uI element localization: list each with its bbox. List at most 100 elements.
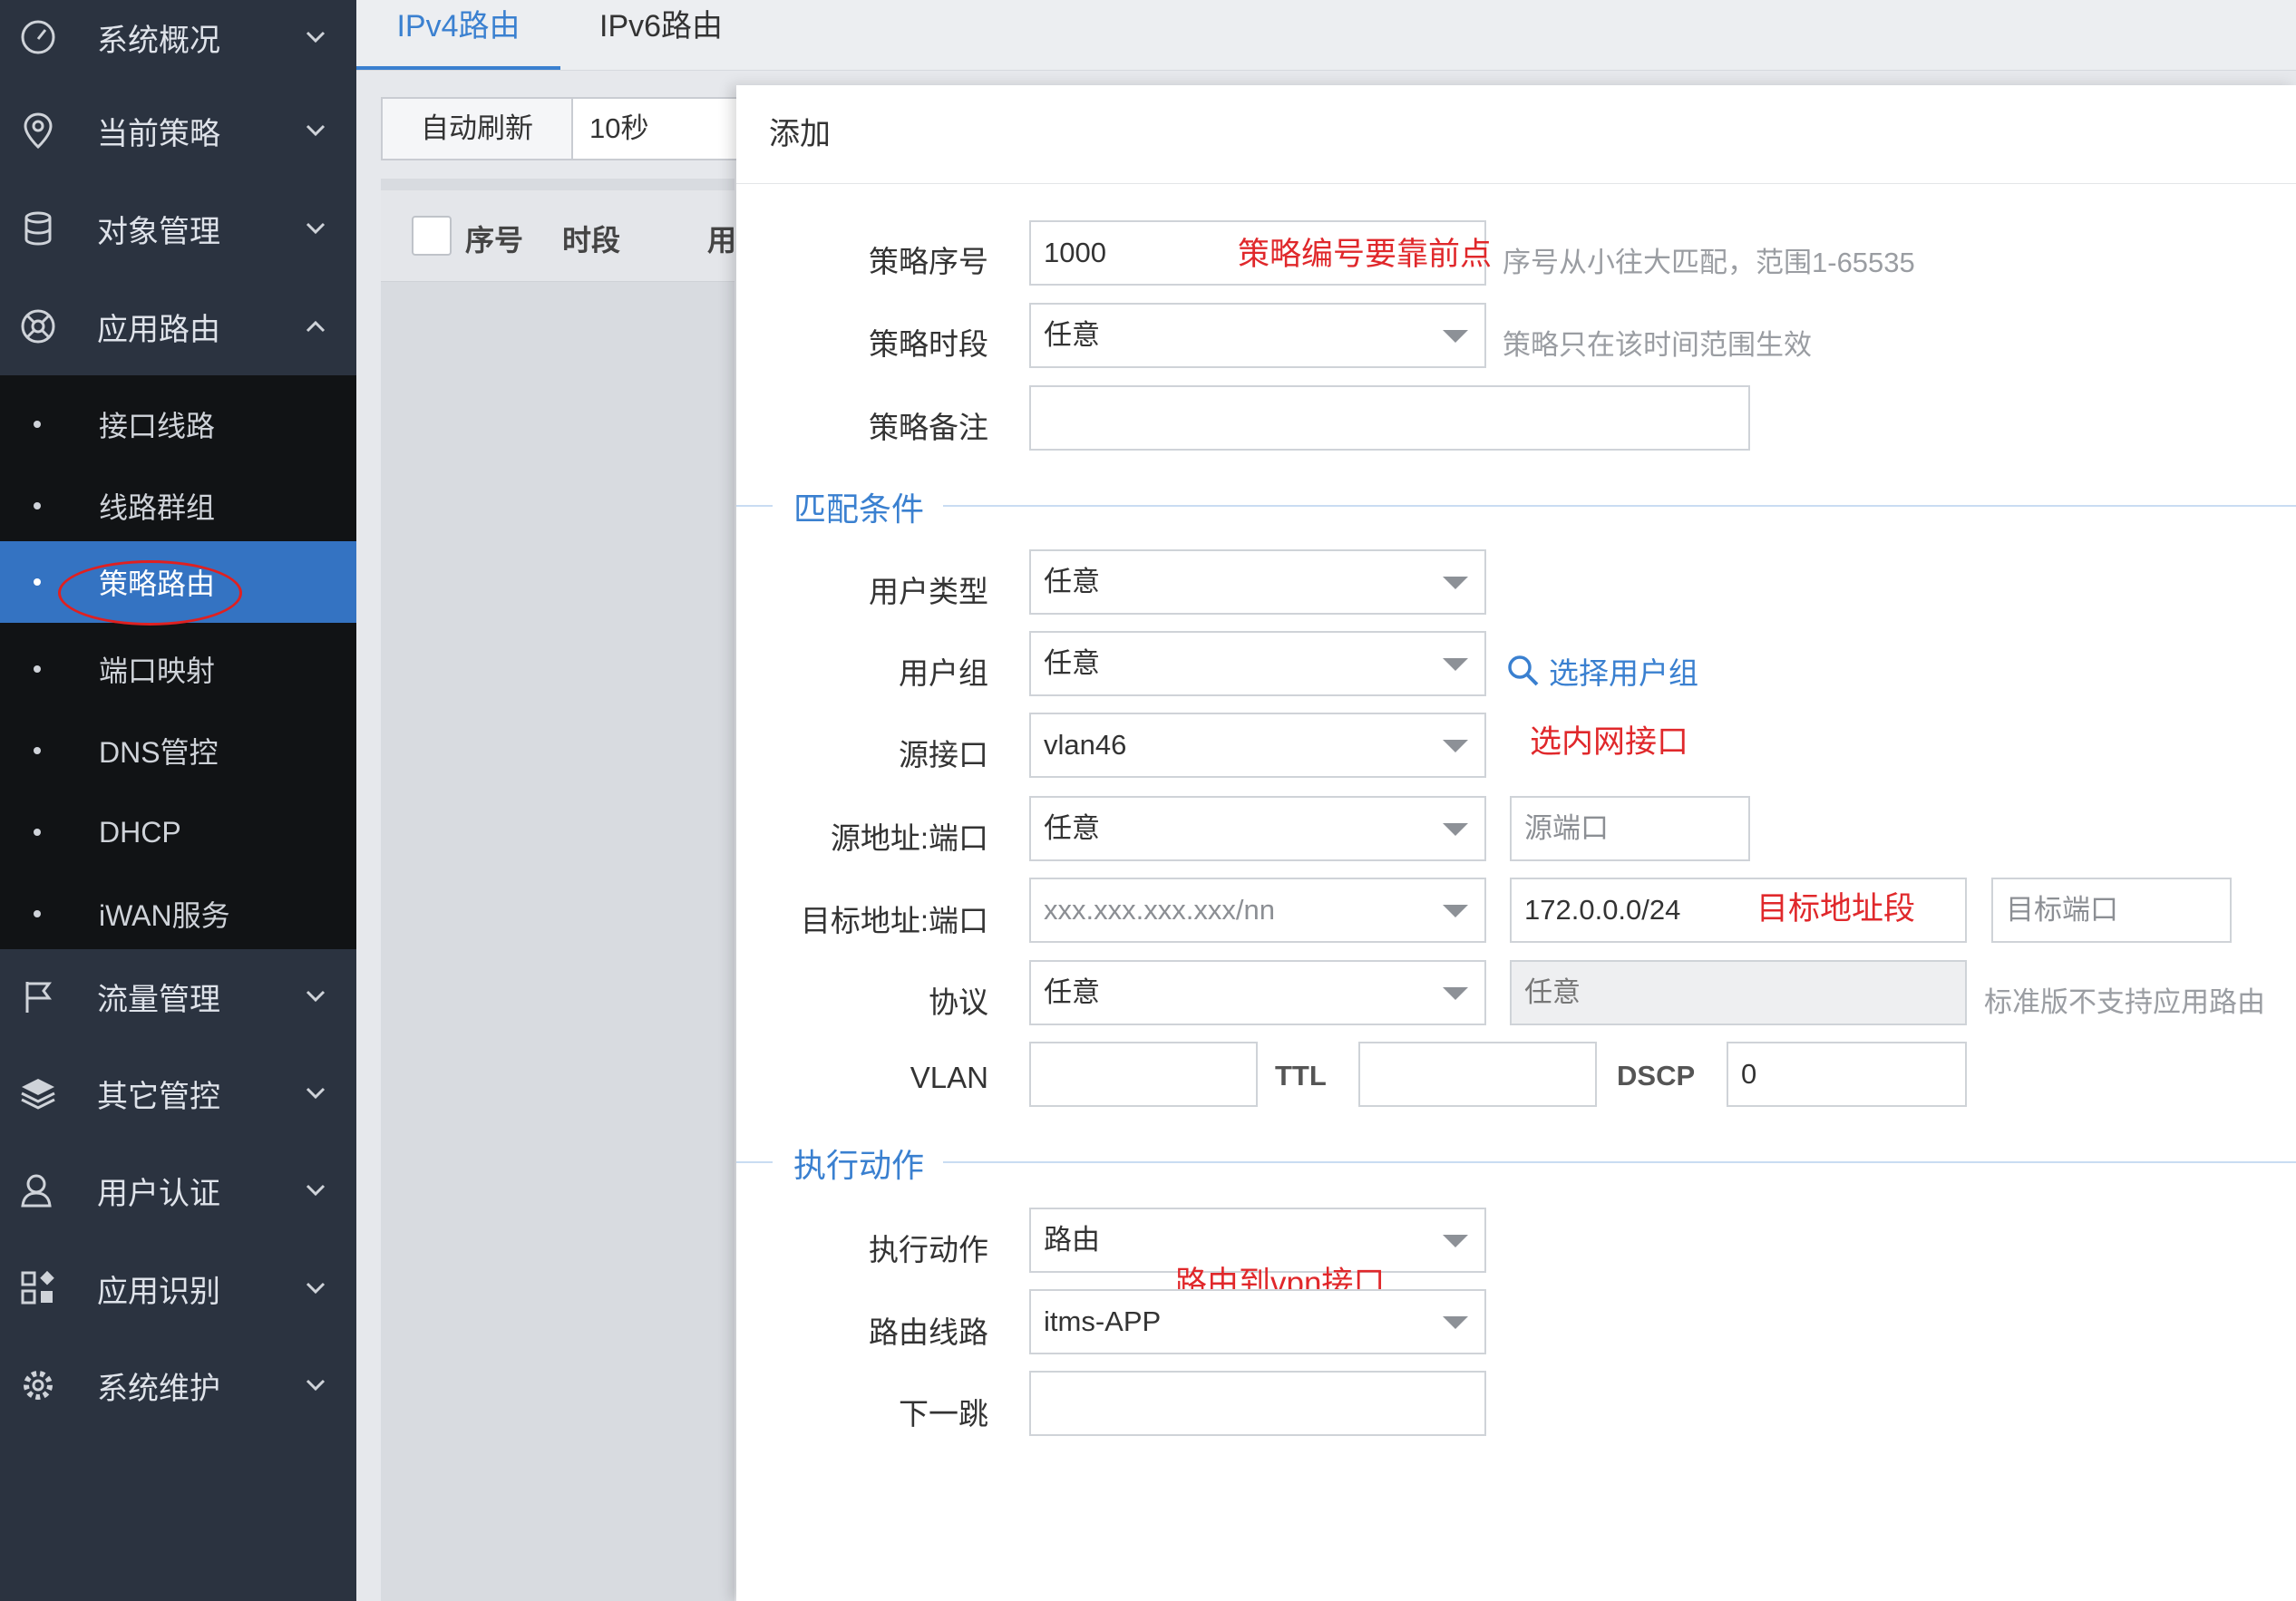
caret-down-icon <box>1443 330 1468 343</box>
submenu-item-line-group[interactable]: 线路群组 <box>0 465 356 547</box>
nav-app-identify[interactable]: 应用识别 <box>0 1240 356 1336</box>
src-if-select[interactable]: vlan46 <box>1029 713 1486 778</box>
nav-other-control[interactable]: 其它管控 <box>0 1045 356 1141</box>
caret-down-icon <box>1443 577 1468 589</box>
caret-down-icon <box>1443 1316 1468 1329</box>
nav-label: 当前策略 <box>97 116 220 151</box>
annotation-circle <box>58 560 242 626</box>
location-pin-icon <box>24 112 53 150</box>
dst-port-placeholder: 目标端口 <box>2006 894 2118 926</box>
tab-ipv4[interactable]: IPv4路由 <box>356 0 560 70</box>
search-icon <box>1508 655 1539 686</box>
policy-list <box>381 179 735 1601</box>
nav-label: 其它管控 <box>97 1079 220 1114</box>
auto-refresh-button[interactable]: 自动刷新 <box>381 97 573 160</box>
section-divider <box>943 505 2296 507</box>
submenu-item-dns[interactable]: DNS管控 <box>0 710 356 791</box>
caret-down-icon <box>1443 740 1468 752</box>
nav-traffic-management[interactable]: 流量管理 <box>0 948 356 1044</box>
bullet-icon <box>34 829 41 836</box>
route-icon <box>21 309 55 344</box>
action-label: 执行动作 <box>869 1233 988 1266</box>
user-group-label: 用户组 <box>899 656 988 690</box>
protocol-select[interactable]: 任意 <box>1029 960 1486 1025</box>
nav-system-maintenance[interactable]: 系统维护 <box>0 1337 356 1433</box>
submenu-label: iWAN服务 <box>99 899 230 932</box>
nav-label: 用户认证 <box>97 1176 220 1211</box>
dst-addr-label: 目标地址:端口 <box>800 904 988 937</box>
user-group-value: 任意 <box>1044 647 1100 679</box>
vlan-input[interactable] <box>1029 1042 1258 1107</box>
nav-current-policy[interactable]: 当前策略 <box>0 82 356 179</box>
dscp-label: DSCP <box>1617 1060 1696 1092</box>
caret-down-icon <box>1443 1235 1468 1247</box>
src-addr-select[interactable]: 任意 <box>1029 796 1486 861</box>
dst-addr-input-value: 172.0.0.0/24 <box>1524 894 1681 926</box>
chevron-down-icon <box>306 1379 326 1392</box>
route-line-label: 路由线路 <box>869 1315 988 1349</box>
user-type-value: 任意 <box>1044 566 1100 597</box>
caret-down-icon <box>1443 905 1468 917</box>
app-select-disabled: 任意 <box>1510 960 1967 1025</box>
protocol-label: 协议 <box>929 985 988 1019</box>
src-if-value: vlan46 <box>1044 729 1127 761</box>
period-select[interactable]: 任意 <box>1029 303 1486 368</box>
protocol-hint: 标准版不支持应用路由 <box>1984 986 2265 1018</box>
dscp-input[interactable]: 0 <box>1727 1042 1967 1107</box>
ttl-input[interactable] <box>1358 1042 1597 1107</box>
submenu-item-dhcp[interactable]: DHCP <box>0 791 356 873</box>
annotation-dst: 目标地址段 <box>1756 891 1916 927</box>
tab-ipv6[interactable]: IPv6路由 <box>599 0 723 70</box>
remark-label: 策略备注 <box>869 411 988 444</box>
nav-user-auth[interactable]: 用户认证 <box>0 1142 356 1238</box>
nav-label: 系统概况 <box>97 23 220 58</box>
submenu-label: 线路群组 <box>99 491 216 524</box>
dst-addr-select[interactable]: xxx.xxx.xxx.xxx/nn <box>1029 878 1486 943</box>
chevron-down-icon <box>306 1282 326 1295</box>
submenu-item-port-mapping[interactable]: 端口映射 <box>0 628 356 710</box>
src-port-input[interactable]: 源端口 <box>1510 796 1750 861</box>
src-if-label: 源接口 <box>899 738 988 771</box>
chevron-down-icon <box>306 1087 326 1100</box>
submenu-label: 端口映射 <box>99 655 216 687</box>
layers-icon <box>21 1079 55 1110</box>
dashboard-icon <box>21 20 55 54</box>
dst-addr-value: xxx.xxx.xxx.xxx/nn <box>1044 894 1275 926</box>
interval-value: 10秒 <box>589 112 649 144</box>
annotation-seq: 策略编号要靠前点 <box>1238 237 1493 272</box>
nav-object-management[interactable]: 对象管理 <box>0 180 356 277</box>
select-all-checkbox[interactable] <box>412 216 452 256</box>
next-hop-input[interactable] <box>1029 1371 1486 1436</box>
src-addr-value: 任意 <box>1044 812 1100 844</box>
caret-down-icon <box>1443 823 1468 836</box>
nav-system-overview[interactable]: 系统概况 <box>0 0 356 85</box>
submenu-item-interface-line[interactable]: 接口线路 <box>0 383 356 465</box>
user-icon <box>21 1174 52 1208</box>
submenu-label: 接口线路 <box>99 410 216 442</box>
dst-port-input[interactable]: 目标端口 <box>1991 878 2232 943</box>
section-match-title: 匹配条件 <box>793 490 925 528</box>
dscp-value: 0 <box>1741 1058 1757 1090</box>
user-group-select[interactable]: 任意 <box>1029 631 1486 696</box>
column-seq: 序号 <box>465 224 524 257</box>
submenu-item-iwan[interactable]: iWAN服务 <box>0 873 356 955</box>
chevron-up-icon <box>306 320 326 333</box>
user-type-label: 用户类型 <box>869 575 988 608</box>
flag-icon <box>25 982 52 1013</box>
ttl-label: TTL <box>1275 1060 1327 1092</box>
section-divider <box>943 1161 2296 1163</box>
route-line-select[interactable]: itms-APP <box>1029 1289 1486 1354</box>
route-line-value: itms-APP <box>1044 1305 1162 1337</box>
nav-app-routing[interactable]: 应用路由 <box>0 278 356 374</box>
user-type-select[interactable]: 任意 <box>1029 549 1486 615</box>
select-user-group-link[interactable]: 选择用户组 <box>1505 649 1698 693</box>
database-icon <box>24 211 52 246</box>
period-value: 任意 <box>1044 319 1100 351</box>
remark-input[interactable] <box>1029 385 1750 451</box>
nav-label: 流量管理 <box>97 982 220 1017</box>
chevron-down-icon <box>306 990 326 1003</box>
select-user-group-label: 选择用户组 <box>1549 656 1698 690</box>
submenu-label: DNS管控 <box>99 736 219 769</box>
refresh-interval-select[interactable]: 10秒 <box>571 97 744 160</box>
sidebar: 系统概况 当前策略 对象管理 应用路由 接口线路 线路群组 策略路由 端口映射 … <box>0 0 356 1601</box>
